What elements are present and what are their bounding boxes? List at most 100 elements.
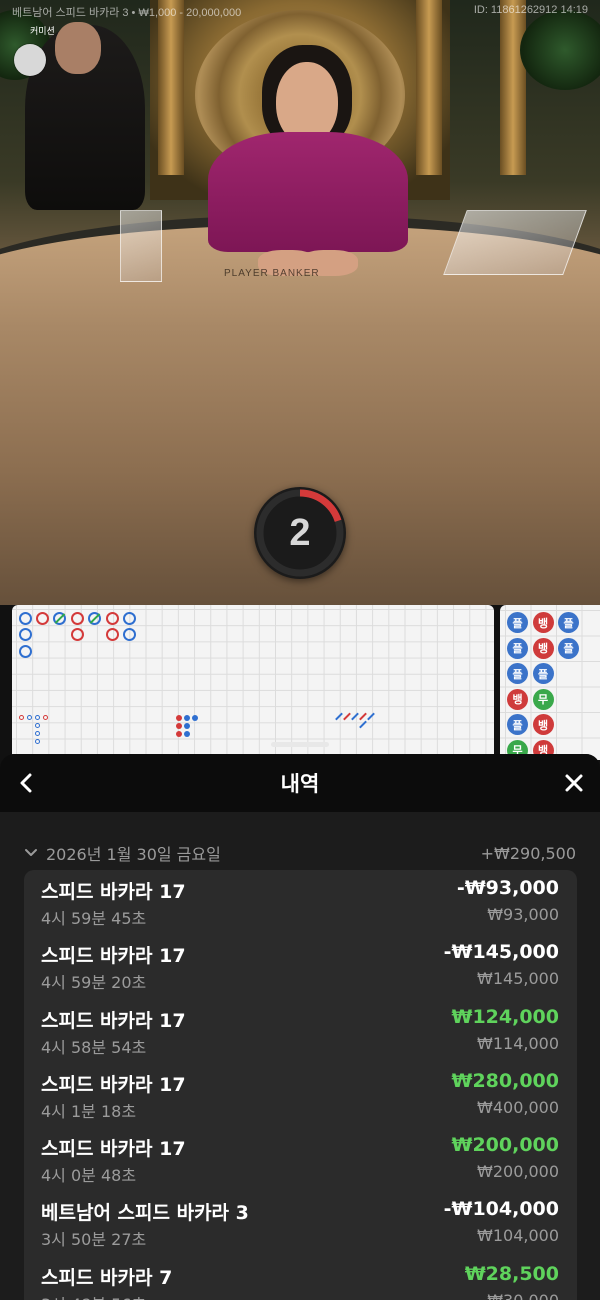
banker-ring <box>71 628 84 641</box>
tie-bead: 무 <box>532 688 554 710</box>
commission-label: 커미션 <box>30 26 55 36</box>
result-amount: -₩104,000 <box>443 1198 559 1221</box>
countdown-value: 2 <box>289 511 311 554</box>
bet-time: 3시 48분 56초 <box>41 1291 146 1300</box>
date-label: 2026년 1월 30일 금요일 <box>46 845 221 864</box>
history-list: 스피드 바카라 17 4시 59분 45초 -₩93,000 ₩93,000 스피드 바… <box>24 870 577 1300</box>
banker-ring <box>106 628 119 641</box>
game-name: 스피드 바카라 17 <box>41 1138 186 1161</box>
bet-time: 4시 1분 18초 <box>41 1101 137 1121</box>
game-name: 베트남어 스피드 바카라 3 <box>41 1202 249 1225</box>
history-item[interactable]: 스피드 바카라 17 4시 59분 20초 -₩145,000 ₩145,000 <box>24 934 577 998</box>
game-name: 스피드 바카라 17 <box>41 881 186 903</box>
live-video-stream: PLAYER BANKER 베트남어 스피드 바카라 3 • ₩1,000 - … <box>0 0 600 605</box>
history-item[interactable]: 스피드 바카라 17 4시 1분 18초 ₩280,000 ₩400,000 <box>24 1063 577 1127</box>
pillar <box>416 0 442 175</box>
bet-time: 4시 59분 45초 <box>41 909 147 928</box>
bet-amount: ₩400,000 <box>477 1097 559 1117</box>
big-eye-mark <box>35 723 40 728</box>
bet-time: 4시 59분 20초 <box>41 973 147 993</box>
plant <box>520 10 600 90</box>
player-ring <box>123 628 136 641</box>
game-name: 스피드 바카라 17 <box>41 1009 186 1032</box>
banker-bead: 뱅 <box>532 714 554 735</box>
drawer-handle[interactable] <box>271 742 329 747</box>
stream-info-bar: 베트남어 스피드 바카라 3 • ₩1,000 - 20,000,000 ID:… <box>0 0 600 20</box>
pillar <box>158 0 184 175</box>
player-bead: 플 <box>558 637 579 659</box>
bet-time: 4시 0분 48초 <box>41 1166 137 1186</box>
player-bead: 플 <box>507 663 528 684</box>
card-shoe <box>443 210 587 275</box>
player-ring <box>123 612 136 625</box>
big-road-scoreboard[interactable] <box>12 605 494 760</box>
banker-bead: 뱅 <box>532 637 554 659</box>
player-ring <box>19 612 32 625</box>
commission-toggle[interactable] <box>14 44 46 76</box>
big-eye-mark <box>43 715 48 720</box>
chevron-left-icon <box>20 773 32 793</box>
player-bead: 플 <box>532 663 554 684</box>
player-bead: 플 <box>558 612 579 633</box>
result-amount: -₩93,000 <box>456 877 559 899</box>
banker-bead: 뱅 <box>507 688 528 710</box>
game-name: 스피드 바카라 7 <box>41 1266 173 1289</box>
bead-road-scoreboard[interactable]: 플뱅플플뱅플플플뱅무플뱅무뱅 <box>500 605 600 760</box>
table-info: 베트남어 스피드 바카라 3 • ₩1,000 - 20,000,000 <box>12 7 242 19</box>
small-road-dot <box>192 715 198 721</box>
big-eye-mark <box>35 739 40 744</box>
cockroach-mark <box>343 712 351 721</box>
result-amount: ₩280,000 <box>451 1069 560 1092</box>
player-ring <box>19 628 32 641</box>
player-tie-ring <box>53 612 66 625</box>
big-eye-mark <box>19 715 24 720</box>
history-item[interactable]: 스피드 바카라 7 3시 48분 56초 ₩28,500 ₩30,000 <box>24 1256 577 1300</box>
panel-title: 내역 <box>280 772 320 796</box>
history-panel: 내역 2026년 1월 30일 금요일 +₩290,500 스피드 바카라 17… <box>0 754 600 1300</box>
banker-ring <box>71 612 84 625</box>
close-button[interactable] <box>560 769 588 797</box>
panel-header: 내역 <box>0 754 600 812</box>
history-item[interactable]: 스피드 바카라 17 4시 58분 54초 ₩124,000 ₩114,000 <box>24 999 577 1063</box>
small-road-dot <box>184 731 190 737</box>
result-amount: ₩124,000 <box>451 1005 560 1028</box>
pillar <box>500 0 526 175</box>
banker-ring <box>36 612 49 625</box>
cockroach-mark <box>351 712 359 721</box>
player-bead: 플 <box>507 612 528 633</box>
small-road-dot <box>184 715 190 721</box>
small-road-dot <box>184 723 190 729</box>
game-name: 스피드 바카라 17 <box>41 1073 186 1096</box>
game-name: 스피드 바카라 17 <box>41 945 186 968</box>
history-item[interactable]: 스피드 바카라 17 4시 0분 48초 ₩200,000 ₩200,000 <box>24 1127 577 1191</box>
history-item[interactable]: 베트남어 스피드 바카라 3 3시 50분 27초 -₩104,000 ₩104,00… <box>24 1191 577 1255</box>
bet-time: 3시 50분 27초 <box>41 1230 147 1250</box>
dealer <box>208 132 408 252</box>
player-bead: 플 <box>507 714 528 735</box>
big-eye-mark <box>35 715 40 720</box>
bet-amount: ₩114,000 <box>477 1033 559 1053</box>
cockroach-mark <box>367 712 375 721</box>
player-bead: 플 <box>507 637 528 659</box>
result-amount: -₩145,000 <box>443 941 559 964</box>
result-amount: ₩28,500 <box>464 1262 559 1285</box>
cockroach-mark <box>359 712 367 721</box>
bet-amount: ₩93,000 <box>487 905 559 924</box>
cockroach-mark <box>335 712 343 721</box>
bet-amount: ₩145,000 <box>477 969 559 989</box>
cockroach-mark <box>359 720 367 729</box>
big-eye-mark <box>27 715 32 720</box>
countdown-timer: 2 <box>254 487 346 579</box>
date-group-header[interactable]: 2026년 1월 30일 금요일 +₩290,500 <box>24 842 576 864</box>
small-road-dot <box>176 731 182 737</box>
small-road-dot <box>176 715 182 721</box>
chevron-down-icon <box>25 849 37 856</box>
back-button[interactable] <box>14 769 38 797</box>
banker-bead: 뱅 <box>532 612 554 633</box>
result-amount: ₩200,000 <box>451 1134 560 1157</box>
small-road-dot <box>176 723 182 729</box>
history-item[interactable]: 스피드 바카라 17 4시 59분 45초 -₩93,000 ₩93,000 <box>24 870 577 934</box>
player-ring <box>19 645 32 658</box>
banker-ring <box>106 612 119 625</box>
bet-time: 4시 58분 54초 <box>41 1037 147 1057</box>
